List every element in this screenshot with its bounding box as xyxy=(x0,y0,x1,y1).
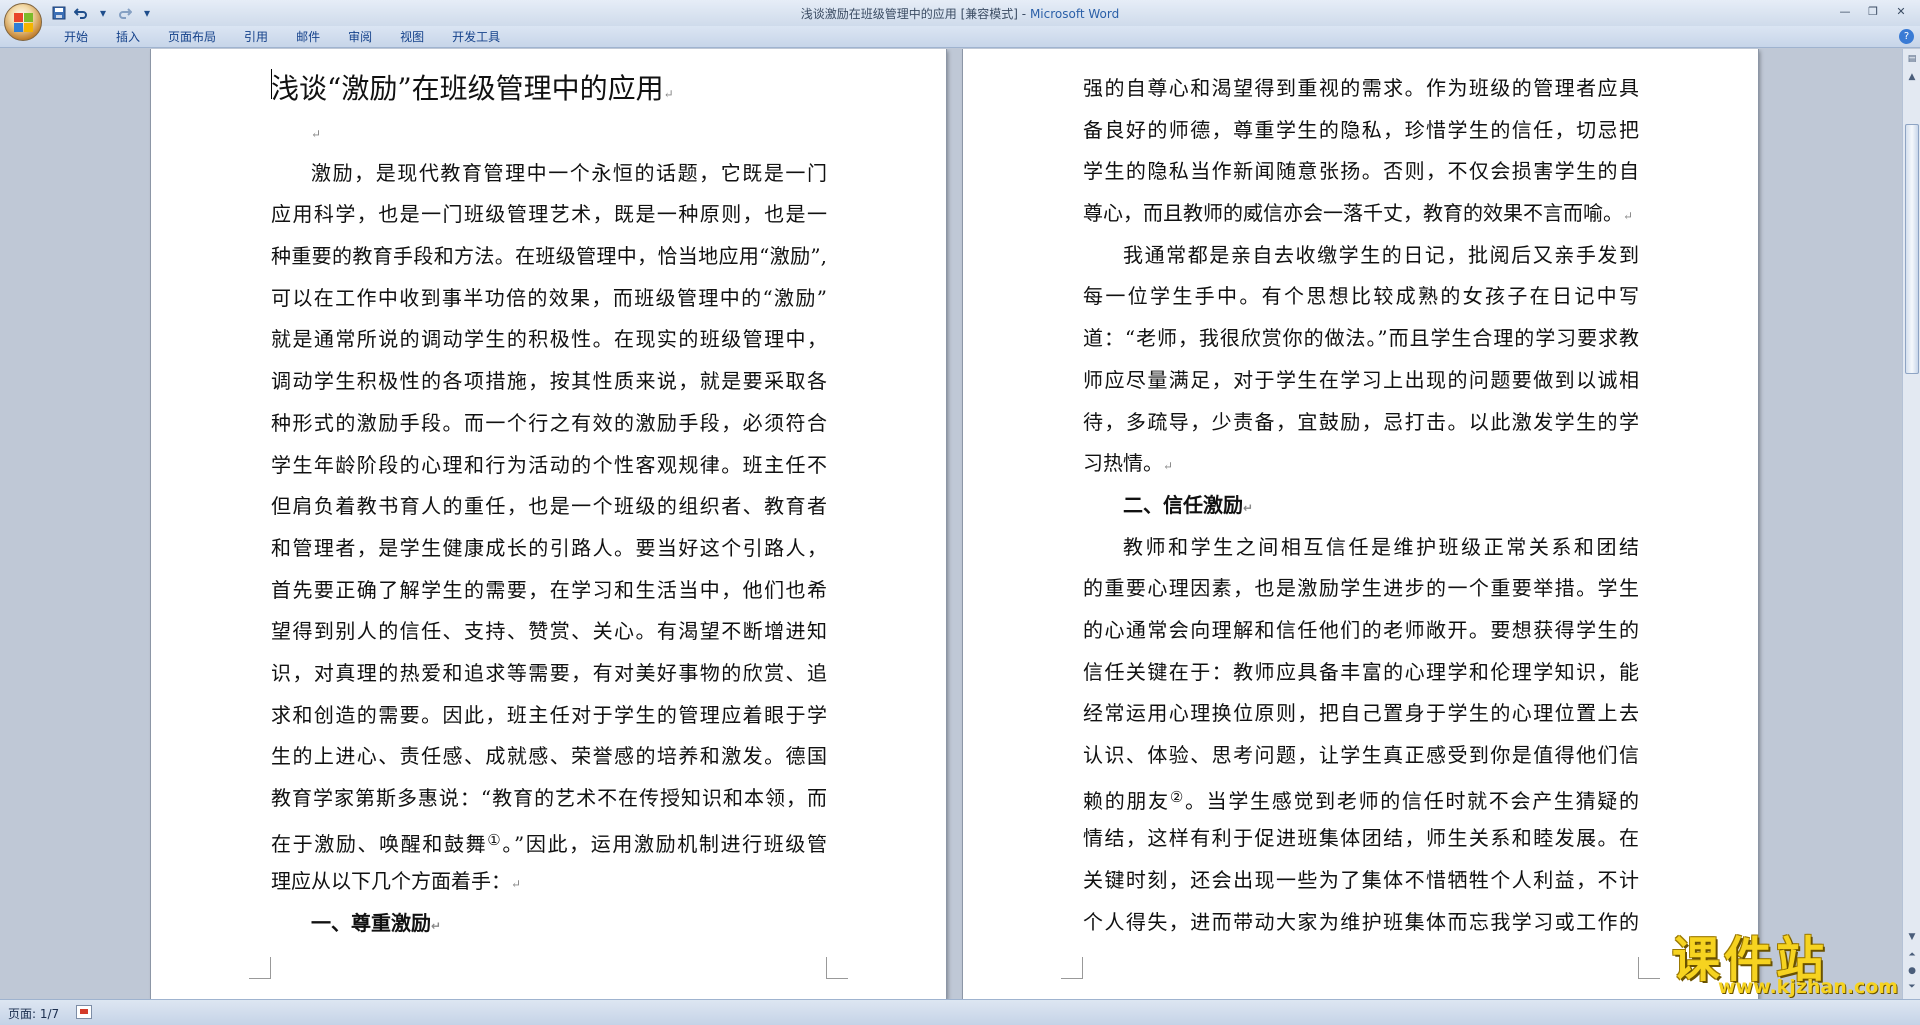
paragraph-line: 情结，这样有利于促进班集体团结，师生关系和睦发展。在 xyxy=(1083,826,1639,851)
site-watermark: 课件站 www.kjzhan.com xyxy=(1672,920,1912,1002)
paragraph-line: 理应从以下几个方面着手：↵ xyxy=(271,869,522,894)
section-heading-2: 二、信任激励↵ xyxy=(1123,492,1254,517)
vertical-scrollbar[interactable]: ▤ ▲ ▼ ⏶ ● ⏷ xyxy=(1902,49,1920,999)
paragraph-line: 激励，是现代教育管理中一个永恒的话题，它既是一门 xyxy=(311,160,827,185)
tab-review[interactable]: 审阅 xyxy=(334,26,386,48)
window-title: 浅谈激励在班级管理中的应用 [兼容模式] - Microsoft Word xyxy=(800,7,1120,21)
paragraph-line: 个人得失，进而带动大家为维护班集体而忘我学习或工作的 xyxy=(1083,909,1639,934)
tab-view[interactable]: 视图 xyxy=(386,26,438,48)
paragraph-line: 求和创造的需要。因此，班主任对于学生的管理应着眼于学 xyxy=(271,702,827,727)
empty-paragraph: ↵ xyxy=(311,127,322,141)
page-2-text[interactable]: 强的自尊心和渴望得到重视的需求。作为班级的管理者应具 备良好的师德，尊重学生的隐… xyxy=(1083,68,1639,943)
footnote-reference-1[interactable]: ① xyxy=(487,831,502,849)
paragraph-line: 种重要的教育手段和方法。在班级管理中，恰当地应用“激励”, xyxy=(271,244,827,269)
margin-corner-mark xyxy=(249,957,271,979)
paragraph-line: 识，对真理的热爱和追求等需要，有对美好事物的欣赏、追 xyxy=(271,660,827,685)
paragraph-line: 望得到别人的信任、支持、赞赏、关心。有渴望不断增进知 xyxy=(271,619,827,644)
paragraph-line-footnote-1: 在于激励、唤醒和鼓舞①。”因此，运用激励机制进行班级管 xyxy=(271,830,827,856)
page-count-indicator[interactable]: 页面: 1/7 xyxy=(8,1005,59,1022)
paragraph-line: 就是通常所说的调动学生的积极性。在现实的班级管理中， xyxy=(271,327,827,352)
tab-developer[interactable]: 开发工具 xyxy=(438,26,514,48)
paragraph-line: 的心通常会向理解和信任他们的老师敞开。要想获得学生的 xyxy=(1083,617,1639,642)
margin-corner-mark xyxy=(1061,957,1083,979)
tab-page-layout[interactable]: 页面布局 xyxy=(154,26,230,48)
paragraph-line: 生的上进心、责任感、成就感、荣誉感的培养和激发。德国 xyxy=(271,744,827,769)
margin-corner-mark xyxy=(1638,957,1660,979)
help-icon[interactable]: ? xyxy=(1899,29,1914,44)
paragraph-line: 首先要正确了解学生的需要，在学习和生活当中，他们也希 xyxy=(271,577,827,602)
paragraph-line: 经常运用心理换位原则，把自己置身于学生的心理位置上去 xyxy=(1083,701,1639,726)
section-heading-1: 一、尊重激励↵ xyxy=(311,911,442,936)
paragraph-line: 教师和学生之间相互信任是维护班级正常关系和团结 xyxy=(1123,534,1639,559)
margin-corner-mark xyxy=(826,957,848,979)
paragraph-line: 学生年龄阶段的心理和行为活动的个性客观规律。班主任不 xyxy=(271,452,827,477)
scroll-up-icon[interactable]: ▲ xyxy=(1904,69,1920,85)
ribbon-tab-bar: 开始 插入 页面布局 引用 邮件 审阅 视图 开发工具 ? xyxy=(0,26,1920,48)
document-page-1[interactable]: 浅谈“激励”在班级管理中的应用↵ ↵ 激励，是现代教育管理中一个永恒的话题，它既… xyxy=(151,49,946,999)
scrollbar-thumb[interactable] xyxy=(1905,124,1919,374)
document-page-2[interactable]: 强的自尊心和渴望得到重视的需求。作为班级的管理者应具 备良好的师德，尊重学生的隐… xyxy=(963,49,1758,999)
paragraph-line: 师应尽量满足，对于学生在学习上出现的问题要做到以诚相 xyxy=(1083,367,1639,392)
paragraph-line: 可以在工作中收到事半功倍的效果，而班级管理中的“激励” xyxy=(271,285,827,310)
paragraph-line: 待，多疏导，少责备，宜鼓励，忌打击。以此激发学生的学 xyxy=(1083,409,1639,434)
paragraph-line: 和管理者，是学生健康成长的引路人。要当好这个引路人， xyxy=(271,535,827,560)
paragraph-line: 但肩负着教书育人的重任，也是一个班级的组织者、教育者 xyxy=(271,494,827,519)
window-controls: — ❐ ✕ xyxy=(1832,2,1914,20)
page-1-text[interactable]: 浅谈“激励”在班级管理中的应用↵ ↵ 激励，是现代教育管理中一个永恒的话题，它既… xyxy=(271,67,827,945)
paragraph-line: 调动学生积极性的各项措施，按其性质来说，就是要采取各 xyxy=(271,369,827,394)
paragraph-line: 道：“老师，我很欣赏你的做法。”而且学生合理的学习要求教 xyxy=(1083,326,1639,351)
tab-mailings[interactable]: 邮件 xyxy=(282,26,334,48)
paragraph-line: 学生的隐私当作新闻随意张扬。否则，不仅会损害学生的自 xyxy=(1083,159,1639,184)
paragraph-line: 我通常都是亲自去收缴学生的日记，批阅后又亲手发到 xyxy=(1123,242,1639,267)
paragraph-line: 信任关键在于：教师应具备丰富的心理学和伦理学知识，能 xyxy=(1083,659,1639,684)
ruler-toggle-icon[interactable]: ▤ xyxy=(1904,51,1920,67)
status-bar: 页面: 1/7 xyxy=(0,999,1920,1025)
minimize-icon[interactable]: — xyxy=(1832,2,1858,20)
tab-insert[interactable]: 插入 xyxy=(102,26,154,48)
document-area[interactable]: 浅谈“激励”在班级管理中的应用↵ ↵ 激励，是现代教育管理中一个永恒的话题，它既… xyxy=(0,49,1902,999)
paragraph-line: 尊心，而且教师的威信亦会一落千丈，教育的效果不言而喻。↵ xyxy=(1083,201,1634,226)
document-title: 浅谈“激励”在班级管理中的应用↵ xyxy=(271,72,674,105)
paragraph-line: 强的自尊心和渴望得到重视的需求。作为班级的管理者应具 xyxy=(1083,76,1639,100)
office-logo-icon xyxy=(14,13,34,33)
footnote-reference-2[interactable]: ② xyxy=(1170,788,1185,806)
paragraph-line: 习热情。↵ xyxy=(1083,451,1174,476)
paragraph-line-footnote-2: 赖的朋友②。当学生感觉到老师的信任时就不会产生猜疑的 xyxy=(1083,787,1640,813)
office-button[interactable] xyxy=(4,3,42,41)
paragraph-line: 教育学家第斯多惠说：“教育的艺术不在传授知识和本领，而 xyxy=(271,786,827,810)
tab-home[interactable]: 开始 xyxy=(50,26,102,48)
watermark-url: www.kjzhan.com xyxy=(1718,976,1899,998)
paragraph-line: 的重要心理因素，也是激励学生进步的一个重要举措。学生 xyxy=(1083,576,1639,601)
tab-references[interactable]: 引用 xyxy=(230,26,282,48)
paragraph-line: 认识、体验、思考问题，让学生真正感受到你是值得他们信 xyxy=(1083,743,1639,767)
paragraph-line: 每一位学生手中。有个思想比较成熟的女孩子在日记中写 xyxy=(1083,284,1639,309)
paragraph-line: 备良好的师德，尊重学生的隐私，珍惜学生的信任，切忌把 xyxy=(1083,117,1639,142)
paragraph-line: 关键时刻，还会出现一些为了集体不惜牺牲个人利益，不计 xyxy=(1083,868,1639,893)
restore-icon[interactable]: ❐ xyxy=(1860,2,1886,20)
close-icon[interactable]: ✕ xyxy=(1888,2,1914,20)
proofing-icon[interactable] xyxy=(76,1005,92,1019)
title-bar: ▾ ▾ 浅谈激励在班级管理中的应用 [兼容模式] - Microsoft Wor… xyxy=(0,0,1920,26)
paragraph-line: 种形式的激励手段。而一个行之有效的激励手段，必须符合 xyxy=(271,410,827,435)
paragraph-line: 应用科学，也是一门班级管理艺术，既是一种原则，也是一 xyxy=(271,202,827,227)
